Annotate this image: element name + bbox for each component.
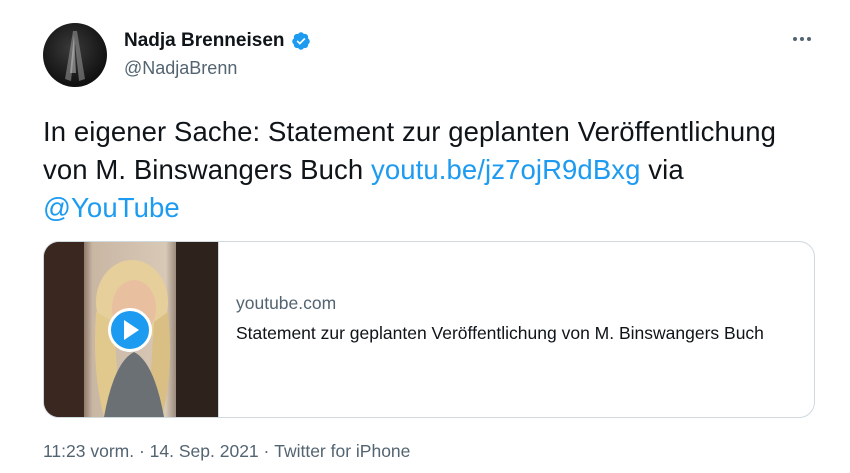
tweet-date[interactable]: 14. Sep. 2021 xyxy=(150,441,259,462)
card-title: Statement zur geplanten Veröffentlichung… xyxy=(236,323,764,343)
tweet-link[interactable]: youtu.be/jz7ojR9dBxg xyxy=(371,154,641,185)
author-name-row: Nadja Brenneisen xyxy=(124,30,311,52)
author-handle[interactable]: @NadjaBrenn xyxy=(124,58,237,79)
link-preview-card[interactable]: youtube.com Statement zur geplanten Verö… xyxy=(43,241,815,418)
tweet-time[interactable]: 11:23 vorm. xyxy=(43,441,134,462)
avatar[interactable] xyxy=(43,23,107,87)
tweet-text: In eigener Sache: Statement zur geplante… xyxy=(43,113,803,227)
more-options-button[interactable] xyxy=(790,32,814,46)
play-button[interactable] xyxy=(108,308,152,352)
mention-link[interactable]: @YouTube xyxy=(43,192,180,223)
more-dot-icon xyxy=(807,37,811,41)
more-dot-icon xyxy=(793,37,797,41)
verified-badge-icon xyxy=(291,32,310,50)
tweet-text-via: via xyxy=(640,154,684,185)
video-thumbnail[interactable] xyxy=(44,242,218,417)
tweet: Nadja Brenneisen @NadjaBrenn In eigener … xyxy=(0,0,850,473)
card-divider xyxy=(218,242,219,417)
meta-separator: · xyxy=(258,441,275,461)
meta-separator: · xyxy=(134,441,150,461)
tweet-metadata: 11:23 vorm. · 14. Sep. 2021 · Twitter fo… xyxy=(43,441,410,462)
avatar-image xyxy=(65,31,85,81)
play-icon xyxy=(124,320,139,340)
more-dot-icon xyxy=(800,37,804,41)
author-display-name[interactable]: Nadja Brenneisen xyxy=(124,30,285,52)
card-domain: youtube.com xyxy=(236,293,337,313)
tweet-source[interactable]: Twitter for iPhone xyxy=(274,441,410,462)
